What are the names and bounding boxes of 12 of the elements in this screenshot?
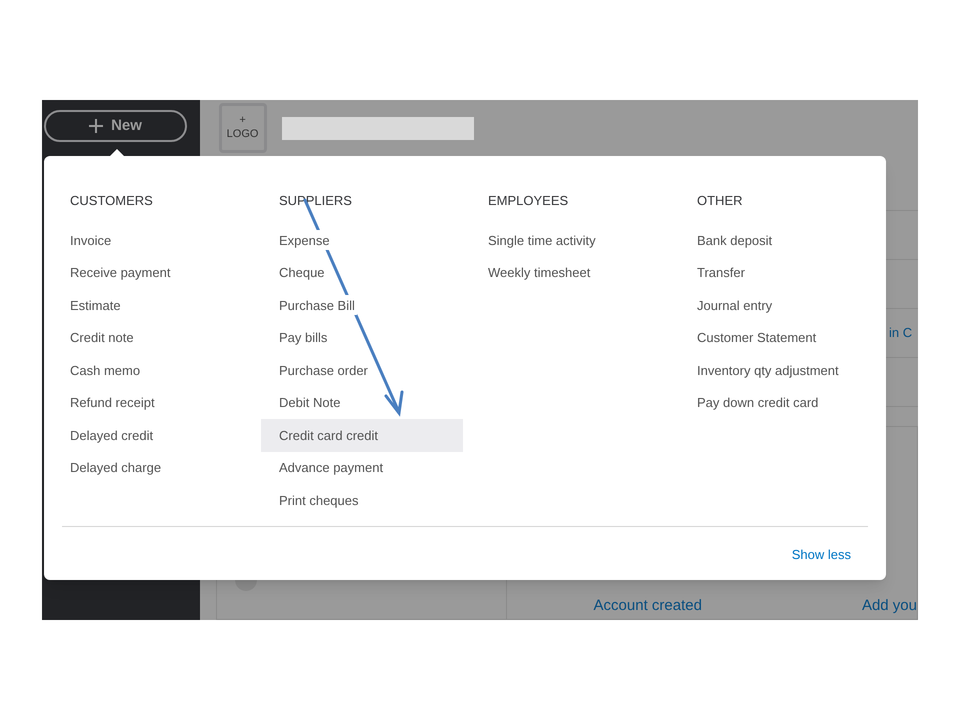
column-heading: CUSTOMERS [69,192,154,210]
show-less-link[interactable]: Show less [792,545,851,564]
column-heading: EMPLOYEES [487,192,570,210]
menu-item[interactable]: Purchase Bill [279,295,357,316]
column-heading: OTHER [696,192,744,210]
cut-text: in C [888,324,912,342]
column-heading: SUPPLIERS [278,192,353,210]
menu-item[interactable]: Credit card credit [261,419,463,452]
menu-item[interactable]: Expense [279,230,332,250]
plus-icon [89,119,104,133]
new-button[interactable]: New [44,110,187,142]
logo-button[interactable]: + LOGO [218,103,267,153]
